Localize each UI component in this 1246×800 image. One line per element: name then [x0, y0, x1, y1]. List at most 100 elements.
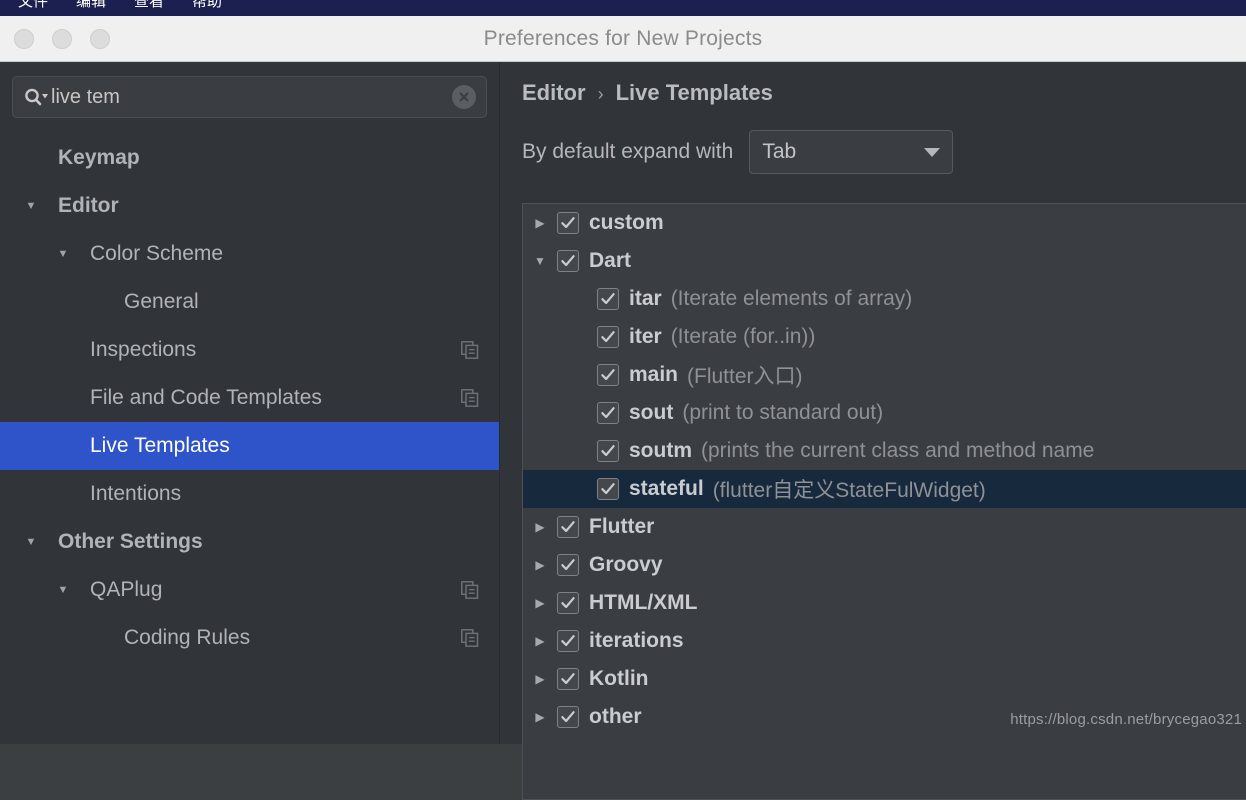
chevron-right-icon[interactable]: ▶	[523, 596, 557, 610]
template-checkbox[interactable]	[557, 706, 579, 728]
template-checkbox[interactable]	[597, 288, 619, 310]
template-name: soutm	[629, 439, 692, 462]
copy-settings-icon[interactable]	[461, 389, 479, 407]
sidebar-item-label: Keymap	[58, 146, 140, 169]
sidebar-item-qaplug[interactable]: ▼ QAPlug	[0, 566, 499, 614]
template-row[interactable]: stateful (flutter自定义StateFulWidget)	[523, 470, 1246, 508]
menu-item-3[interactable]: 帮助	[178, 0, 236, 11]
sidebar-item-other-settings[interactable]: ▼ Other Settings	[0, 518, 499, 566]
chevron-right-icon[interactable]: ▶	[523, 634, 557, 648]
search-icon[interactable]	[23, 86, 49, 108]
os-menu-items: 文件 编辑 查看 帮助	[0, 0, 236, 14]
sidebar-item-label: Inspections	[90, 338, 197, 361]
template-name: Groovy	[589, 553, 663, 576]
sidebar-search-area	[0, 62, 499, 118]
chevron-right-icon[interactable]: ▶	[523, 520, 557, 534]
sidebar-item-color-scheme[interactable]: ▼ Color Scheme	[0, 230, 499, 278]
sidebar-item-file-and-code-templates[interactable]: File and Code Templates	[0, 374, 499, 422]
sidebar-item-general[interactable]: General	[0, 278, 499, 326]
sidebar-item-label: Coding Rules	[124, 626, 251, 649]
expand-with-select[interactable]: Tab	[749, 130, 954, 174]
watermark-text: https://blog.csdn.net/brycegao321	[1010, 711, 1242, 728]
chevron-right-icon[interactable]: ▶	[523, 710, 557, 724]
chevron-right-icon[interactable]: ▶	[523, 558, 557, 572]
template-checkbox[interactable]	[557, 668, 579, 690]
chevron-down-icon[interactable]: ▼	[54, 230, 72, 278]
expand-with-label: By default expand with	[522, 140, 734, 163]
search-input[interactable]	[49, 85, 452, 109]
sidebar-item-label: Editor	[58, 194, 119, 217]
template-row[interactable]: soutm (prints the current class and metho…	[523, 432, 1246, 470]
chevron-down-icon[interactable]: ▼	[523, 254, 557, 268]
template-name: HTML/XML	[589, 591, 698, 614]
menu-item-2[interactable]: 查看	[120, 0, 178, 11]
sidebar-item-label: File and Code Templates	[90, 386, 322, 409]
template-row[interactable]: sout (print to standard out)	[523, 394, 1246, 432]
chevron-right-icon[interactable]: ▶	[523, 672, 557, 686]
template-name: custom	[589, 211, 664, 234]
sidebar-item-inspections[interactable]: Inspections	[0, 326, 499, 374]
template-checkbox[interactable]	[597, 440, 619, 462]
settings-sidebar: Keymap ▼ Editor ▼ Color Scheme General Inspect…	[0, 62, 500, 744]
template-checkbox[interactable]	[557, 592, 579, 614]
template-row[interactable]: ▶ Flutter	[523, 508, 1246, 546]
template-row[interactable]: ▶ custom	[523, 204, 1246, 242]
template-row[interactable]: ▶ iterations	[523, 622, 1246, 660]
template-checkbox[interactable]	[557, 516, 579, 538]
chevron-down-icon[interactable]: ▼	[22, 182, 40, 230]
template-checkbox[interactable]	[597, 326, 619, 348]
template-name: Kotlin	[589, 667, 649, 690]
window-title-bar: Preferences for New Projects	[0, 16, 1246, 62]
template-name: iter	[629, 325, 662, 348]
window-title: Preferences for New Projects	[483, 26, 763, 50]
template-row[interactable]: iter (Iterate (for..in))	[523, 318, 1246, 356]
expand-with-value: Tab	[762, 140, 797, 163]
close-button[interactable]	[14, 28, 34, 49]
template-name: Flutter	[589, 515, 655, 538]
minimize-button[interactable]	[52, 28, 72, 49]
template-row[interactable]: itar (Iterate elements of array)	[523, 280, 1246, 318]
template-name: Dart	[589, 249, 632, 272]
chevron-down-icon	[924, 147, 941, 157]
sidebar-item-coding-rules[interactable]: Coding Rules	[0, 614, 499, 662]
chevron-right-icon[interactable]: ▶	[523, 216, 557, 230]
maximize-button[interactable]	[90, 28, 110, 49]
expand-with-row: By default expand with Tab	[501, 106, 1246, 174]
os-menu-bar: 文件 编辑 查看 帮助	[0, 0, 1246, 16]
template-name: main	[629, 363, 679, 386]
template-checkbox[interactable]	[597, 402, 619, 424]
sidebar-item-editor[interactable]: ▼ Editor	[0, 182, 499, 230]
template-checkbox[interactable]	[557, 630, 579, 652]
sidebar-item-intentions[interactable]: Intentions	[0, 470, 499, 518]
breadcrumb-parent[interactable]: Editor	[522, 80, 586, 106]
sidebar-item-label: QAPlug	[90, 578, 163, 601]
template-checkbox[interactable]	[597, 364, 619, 386]
sidebar-item-keymap[interactable]: Keymap	[0, 134, 499, 182]
template-checkbox[interactable]	[557, 250, 579, 272]
template-name: itar	[629, 287, 662, 310]
template-row[interactable]: ▶ Groovy	[523, 546, 1246, 584]
template-row[interactable]: ▶ HTML/XML	[523, 584, 1246, 622]
template-description: (flutter自定义StateFulWidget)	[712, 479, 986, 502]
copy-settings-icon[interactable]	[461, 341, 479, 359]
menu-item-1[interactable]: 编辑	[62, 0, 120, 11]
template-row[interactable]: ▶ Kotlin	[523, 660, 1246, 698]
chevron-down-icon[interactable]: ▼	[54, 566, 72, 614]
chevron-down-icon[interactable]: ▼	[22, 518, 40, 566]
template-description: (prints the current class and method nam…	[701, 439, 1095, 462]
copy-settings-icon[interactable]	[461, 629, 479, 647]
menu-item-0[interactable]: 文件	[4, 0, 62, 11]
sidebar-item-live-templates[interactable]: Live Templates	[0, 422, 499, 470]
template-checkbox[interactable]	[597, 478, 619, 500]
clear-search-icon[interactable]	[452, 85, 476, 109]
template-checkbox[interactable]	[557, 212, 579, 234]
sidebar-item-label: Color Scheme	[90, 242, 224, 265]
template-row[interactable]: main (Flutter入口)	[523, 356, 1246, 394]
window-controls	[0, 28, 110, 49]
template-checkbox[interactable]	[557, 554, 579, 576]
template-row[interactable]: ▼ Dart	[523, 242, 1246, 280]
copy-settings-icon[interactable]	[461, 581, 479, 599]
search-box[interactable]	[12, 76, 487, 118]
